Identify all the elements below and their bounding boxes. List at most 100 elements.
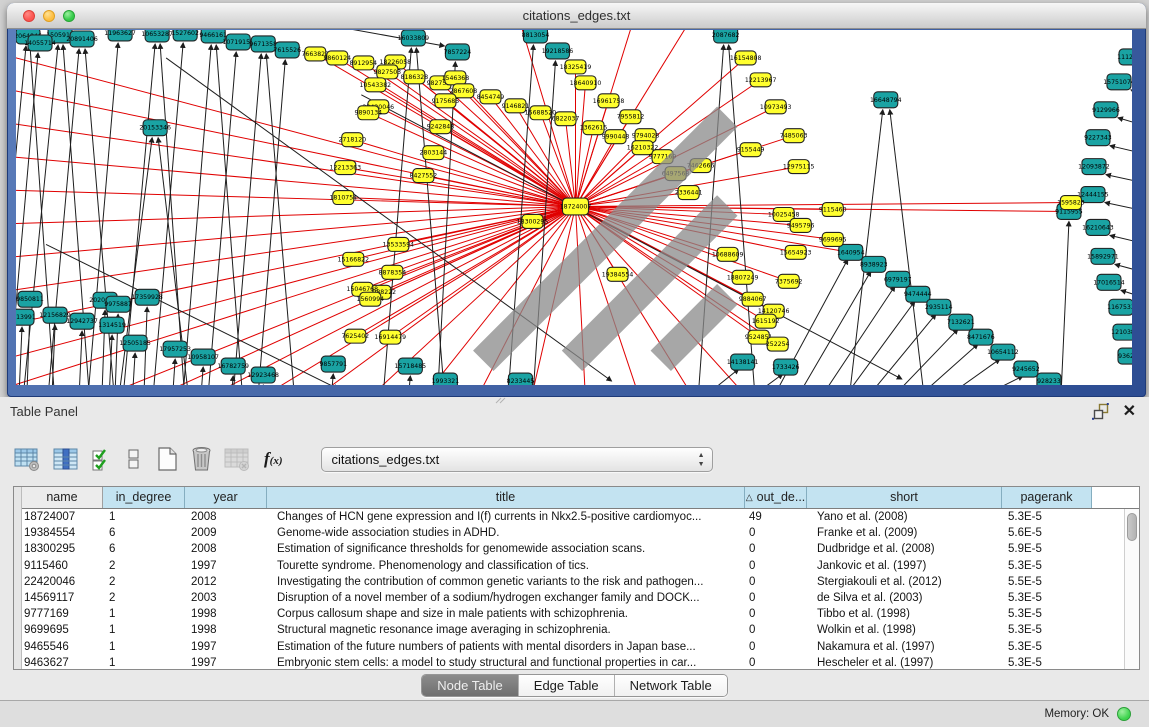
panel-title: Table Panel [10, 404, 78, 419]
float-panel-icon[interactable] [1092, 403, 1109, 420]
new-column-icon[interactable] [156, 446, 179, 472]
table-cell: Changes of HCN gene expression and I(f) … [267, 509, 745, 525]
table-cell: Wolkin et al. (1998) [807, 622, 1002, 638]
table-panel: Table Panel ✕ [0, 397, 1149, 700]
table-cell: Franke et al. (2009) [807, 525, 1002, 541]
table-tab-bar: Node TableEdge TableNetwork Table [0, 674, 1149, 697]
table-row[interactable]: 946554611997Estimation of the future num… [22, 639, 1139, 655]
table-cell: 2012 [185, 574, 267, 590]
table-row[interactable]: 1872400712008Changes of HCN gene express… [22, 509, 1139, 525]
table-cell: 49 [745, 509, 807, 525]
table-cell: 0 [745, 558, 807, 574]
table-cell: Structural magnetic resonance image aver… [267, 622, 745, 638]
table-cell: 22420046 [22, 574, 103, 590]
table-cell: 5.3E-5 [1002, 606, 1092, 622]
table-cell: 2 [103, 574, 185, 590]
table-cell: Disruption of a novel member of a sodium… [267, 590, 745, 606]
table-cell: 5.9E-5 [1002, 541, 1092, 557]
table-cell: 1 [103, 606, 185, 622]
table-cell: Dudbridge et al. (2008) [807, 541, 1002, 557]
rows-icon[interactable] [127, 447, 140, 471]
show-column-icon[interactable] [53, 447, 79, 472]
table-cell: 5.3E-5 [1002, 509, 1092, 525]
resize-grip-icon[interactable] [16, 30, 1130, 383]
table-scrollbar[interactable] [1124, 509, 1139, 669]
table-panel-header: Table Panel ✕ [0, 397, 1149, 425]
table-cell: 5.3E-5 [1002, 622, 1092, 638]
table-cell: 1 [103, 509, 185, 525]
tab-node-table[interactable]: Node Table [422, 675, 519, 696]
table-cell: 5.5E-5 [1002, 574, 1092, 590]
table-cell: 18724007 [22, 509, 103, 525]
column-header-in-degree[interactable]: in_degree [103, 487, 185, 508]
sort-asc-icon: △ [746, 492, 753, 502]
table-cell: Yano et al. (2008) [807, 509, 1002, 525]
table-mode-icon[interactable] [14, 447, 41, 472]
table-cell: 1 [103, 655, 185, 669]
column-header-out-de-[interactable]: △out_de... [745, 487, 807, 508]
table-cell: 2008 [185, 541, 267, 557]
table-row[interactable]: 946362711997Embryonic stem cells: a mode… [22, 655, 1139, 669]
table-cell: 5.3E-5 [1002, 590, 1092, 606]
function-builder-icon[interactable]: f(x) [264, 449, 283, 469]
table-cell: 5.3E-5 [1002, 639, 1092, 655]
table-row[interactable]: 969969511998Structural magnetic resonanc… [22, 622, 1139, 638]
delete-column-icon[interactable] [189, 446, 214, 472]
table-cell: Estimation of the future numbers of pati… [267, 639, 745, 655]
table-source-value: citations_edges.txt [322, 452, 440, 467]
table-toolbar: f(x) citations_edges.txt ▲▼ [14, 443, 1135, 475]
application-window: citations_edges.txt 20648461505912140557… [0, 0, 1149, 727]
table-cell: 0 [745, 606, 807, 622]
table-cell: 9115460 [22, 558, 103, 574]
table-row[interactable]: 1456911722003Disruption of a novel membe… [22, 590, 1139, 606]
splitter-grip[interactable] [494, 397, 506, 404]
close-panel-icon[interactable]: ✕ [1123, 401, 1136, 421]
table-cell: 1997 [185, 655, 267, 669]
network-window[interactable]: citations_edges.txt 20648461505912140557… [7, 3, 1146, 397]
tab-edge-table[interactable]: Edge Table [519, 675, 615, 696]
column-header-short[interactable]: short [807, 487, 1002, 508]
network-canvas[interactable]: 2064846150591214055714208914061196362710… [16, 30, 1132, 385]
table-cell: 2008 [185, 509, 267, 525]
tab-network-table[interactable]: Network Table [615, 675, 727, 696]
table-grid: namein_degreeyeartitle△out_de...shortpag… [22, 487, 1139, 669]
memory-status-indicator [1117, 707, 1131, 721]
table-row[interactable]: 1830029562008Estimation of significance … [22, 541, 1139, 557]
node-table: namein_degreeyeartitle△out_de...shortpag… [13, 486, 1140, 670]
table-cell: 1997 [185, 558, 267, 574]
column-header-year[interactable]: year [185, 487, 267, 508]
table-source-select[interactable]: citations_edges.txt ▲▼ [321, 447, 713, 472]
table-cell: 5.3E-5 [1002, 558, 1092, 574]
table-cell: 0 [745, 622, 807, 638]
table-row[interactable]: 1938455462009Genome-wide association stu… [22, 525, 1139, 541]
table-header-row: namein_degreeyeartitle△out_de...shortpag… [22, 487, 1139, 509]
table-cell: Genome-wide association studies in ADHD. [267, 525, 745, 541]
column-header-title[interactable]: title [267, 487, 745, 508]
table-row[interactable]: 911546021997Tourette syndrome. Phenomeno… [22, 558, 1139, 574]
table-cell: 0 [745, 574, 807, 590]
delete-table-icon [224, 447, 250, 472]
table-cell: Hescheler et al. (1997) [807, 655, 1002, 669]
table-cell: 0 [745, 525, 807, 541]
table-cell: 14569117 [22, 590, 103, 606]
table-cell: 1 [103, 622, 185, 638]
window-titlebar[interactable]: citations_edges.txt [7, 3, 1146, 29]
table-cell: 0 [745, 590, 807, 606]
table-row[interactable]: 977716911998Corpus callosum shape and si… [22, 606, 1139, 622]
table-cell: Stergiakouli et al. (2012) [807, 574, 1002, 590]
table-cell: 9463627 [22, 655, 103, 669]
table-cell: Jankovic et al. (1997) [807, 558, 1002, 574]
scrollbar-thumb[interactable] [1127, 513, 1137, 541]
table-cell: 0 [745, 639, 807, 655]
table-cell: 19384554 [22, 525, 103, 541]
column-header-pagerank[interactable]: pagerank [1002, 487, 1092, 508]
table-cell: 9699695 [22, 622, 103, 638]
table-row[interactable]: 2242004622012Investigating the contribut… [22, 574, 1139, 590]
table-cell: 18300295 [22, 541, 103, 557]
column-header-name[interactable]: name [22, 487, 103, 508]
select-all-icon[interactable] [91, 447, 113, 472]
table-cell: 1998 [185, 622, 267, 638]
window-title: citations_edges.txt [7, 8, 1146, 23]
table-cell: 2003 [185, 590, 267, 606]
table-cell: 1 [103, 639, 185, 655]
